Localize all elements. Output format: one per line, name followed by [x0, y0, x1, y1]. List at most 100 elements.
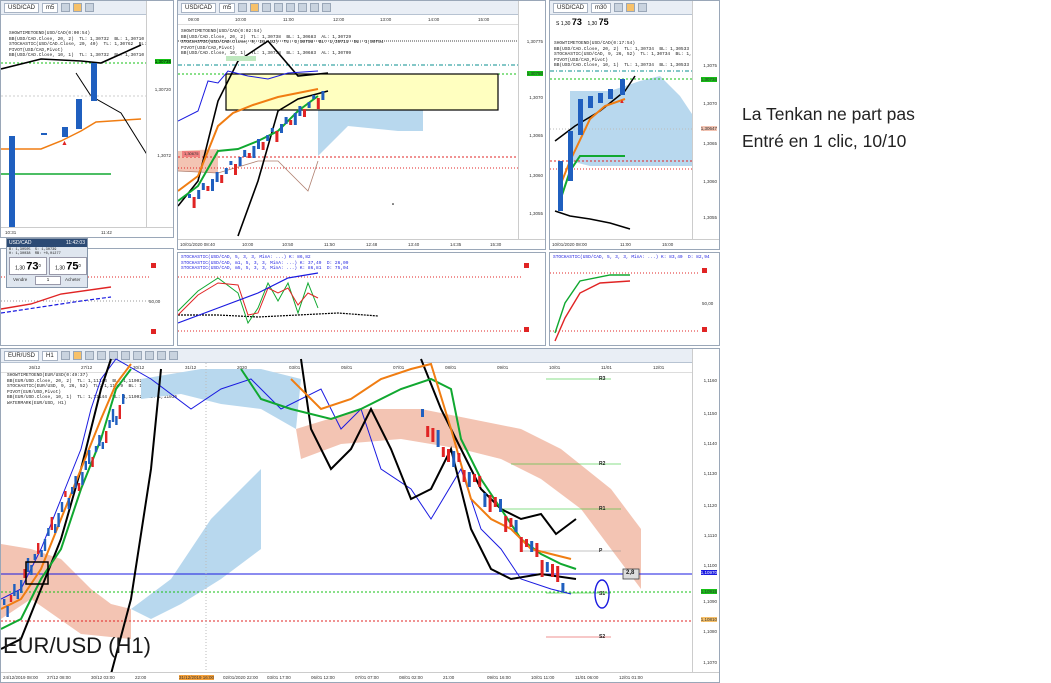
- time-label: 09/01 16:00: [487, 675, 511, 680]
- candle: [3, 599, 6, 605]
- price-chart-area[interactable]: [178, 1, 546, 250]
- candle: [6, 606, 9, 617]
- candle: [118, 405, 121, 419]
- candle: [447, 449, 450, 462]
- pivot-r2: R2: [599, 461, 606, 467]
- order-ticket[interactable]: USD/CAD 11:42:03 B: 1,30505 S: 1,30739 H…: [6, 238, 88, 288]
- candle: [84, 461, 87, 470]
- chart-panel-usdcad-small[interactable]: USD/CAD m5 SHOWTIMETOEND(USD/CAD(0:00:54…: [0, 0, 174, 238]
- candle: [270, 128, 274, 132]
- stochastic-panel-main[interactable]: STOCHASTIC(USD/CAD, 5, 3, 3, MinA: ...) …: [177, 252, 546, 346]
- candle: [9, 595, 13, 602]
- candle: [91, 457, 94, 467]
- candle: [220, 175, 224, 183]
- candle: [530, 541, 534, 552]
- pivot-r3: R3: [599, 376, 606, 382]
- candle: [16, 591, 19, 599]
- time-label: 06/01 12:00: [311, 675, 335, 680]
- candle: [551, 564, 554, 577]
- candle: [504, 516, 508, 532]
- candle: [284, 117, 288, 124]
- candle: [436, 430, 440, 447]
- candle: [234, 164, 237, 175]
- candle: [519, 537, 523, 552]
- ticket-stats: B: 1,30505 S: 1,30739 H: 1,30038 RB: +0,…: [9, 248, 61, 257]
- time-label: 11/01 06:00: [575, 675, 599, 680]
- candle: [115, 416, 118, 425]
- candle: [64, 491, 67, 497]
- time-label: 27/12 08:00: [47, 675, 71, 680]
- stochastic-panel-m30[interactable]: STOCHASTIC(USD/CAD, 5, 3, 3, MinA: ...) …: [549, 252, 720, 346]
- candle: [229, 161, 233, 165]
- candle: [108, 420, 111, 428]
- candle: [316, 98, 320, 109]
- candle: [26, 558, 30, 572]
- candle: [275, 131, 279, 142]
- chart-panel-eurusd-h1[interactable]: EUR/USD H1 26/12 27/12 30/12 31/12 2020 03/01…: [0, 348, 720, 683]
- candle: [561, 583, 565, 592]
- sell-label[interactable]: Vendre: [13, 277, 27, 282]
- candle: [77, 483, 81, 491]
- candle: [74, 476, 77, 488]
- time-label: 08/01 02:00: [399, 675, 423, 680]
- chart-panel-usdcad-main[interactable]: USD/CAD m5 09:00 10:00 11:00 12:00 13:00…: [177, 0, 546, 250]
- candle: [57, 513, 60, 527]
- svg-text:▲: ▲: [619, 99, 625, 105]
- candle: [13, 584, 16, 596]
- candle: [457, 453, 461, 462]
- time-label: 07/01 07:00: [355, 675, 379, 680]
- candle: [289, 120, 293, 125]
- candle: [431, 428, 435, 442]
- chart-panel-usdcad-m30[interactable]: USD/CAD m30 S 1,30 73 1,30 75 SHOWTIMETO…: [549, 0, 720, 250]
- candle: [509, 518, 513, 527]
- candle: [525, 539, 528, 547]
- annotation-line-1: La Tenkan ne part pas: [742, 104, 915, 124]
- ticket-time: 11:42:03: [65, 240, 85, 246]
- buy-label[interactable]: Acheter: [65, 277, 81, 282]
- candle: [441, 447, 445, 457]
- price-scale: 1,30735 1,30720 1,3072: [146, 1, 173, 237]
- pivot-s2: S2: [599, 634, 606, 640]
- time-label: 31/12/2019 16:00: [179, 675, 215, 680]
- candle: [452, 451, 456, 467]
- ticket-symbol: USD/CAD: [9, 240, 32, 246]
- candle: [47, 528, 50, 536]
- candle: [535, 543, 539, 557]
- candle: [192, 197, 196, 208]
- time-label: 21:00: [443, 675, 455, 680]
- candle: [421, 409, 424, 417]
- candle: [556, 566, 560, 582]
- time-scale: 10:31 11:42: [1, 227, 173, 237]
- candle: [30, 565, 33, 575]
- pivot-s1: S1: [599, 591, 606, 597]
- buy-quote-button[interactable]: 1,30 750: [49, 257, 87, 275]
- time-label: 22:00: [135, 675, 147, 680]
- candle: [43, 539, 47, 551]
- pivot-label: 1,30675: [184, 151, 199, 156]
- time-label: 24/12/2019 08:00: [3, 675, 39, 680]
- candle: [280, 124, 283, 133]
- candle: [81, 472, 84, 485]
- candle: [101, 442, 104, 449]
- candle: [261, 142, 265, 150]
- candle: [257, 139, 260, 149]
- candle: [499, 499, 502, 512]
- candle: [478, 476, 482, 487]
- candle: [238, 157, 242, 166]
- price-scale: 1,1160 1,1150 1,1140 1,1130 1,1120 1,111…: [692, 349, 719, 682]
- quantity-field[interactable]: 1: [35, 276, 61, 285]
- time-label: 10/01 11:00: [531, 675, 555, 680]
- time-label: 30/12 03:00: [91, 675, 115, 680]
- candle: [67, 498, 70, 509]
- stoch-level-label: 50,00: [702, 301, 714, 306]
- sell-quote-button[interactable]: 1,30 730: [9, 257, 47, 275]
- candle: [88, 450, 91, 464]
- candle: [94, 446, 98, 452]
- annotation-line-2: Entré en 1 clic, 10/10: [742, 131, 907, 151]
- ticket-header: USD/CAD 11:42:03: [7, 239, 87, 247]
- pivot-p: P: [599, 548, 603, 554]
- candle: [307, 102, 311, 108]
- stochastic-area: [550, 268, 707, 342]
- candle: [224, 168, 228, 174]
- candle: [266, 135, 270, 141]
